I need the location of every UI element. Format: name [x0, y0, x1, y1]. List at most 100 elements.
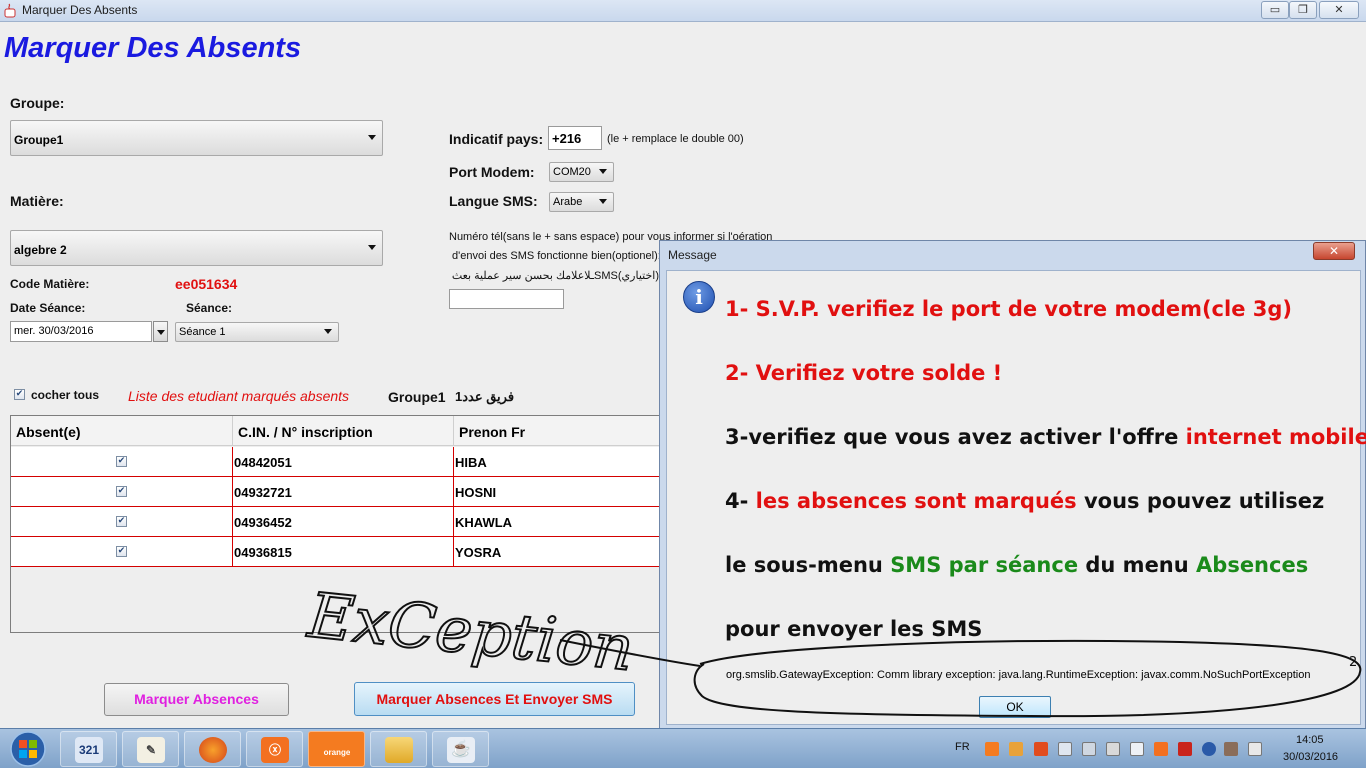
date-picker-button[interactable] [153, 321, 168, 342]
dialog-title: Message [668, 248, 717, 262]
minimize-button[interactable]: ▭ [1261, 1, 1289, 19]
indicatif-field[interactable]: +216 [548, 126, 602, 150]
close-button[interactable]: ✕ [1319, 1, 1359, 19]
message-line-4-highlight: les absences sont marqués [755, 489, 1077, 513]
absent-checkbox[interactable]: ✔ [116, 486, 127, 497]
port-modem-combobox[interactable]: COM20 [549, 162, 614, 182]
prenom-cell: HOSNI [455, 485, 497, 500]
message-line-4-prefix: 4- [725, 489, 756, 513]
taskbar-app-orange[interactable]: orange [308, 731, 365, 767]
liste-label: Liste des etudiant marqués absents [128, 388, 350, 404]
calendar-321-icon: 321 [75, 737, 103, 763]
dialog-close-button[interactable]: ✕ [1313, 242, 1355, 260]
table-row[interactable]: ✔ 04932721 HOSNI [11, 477, 659, 507]
cell-divider [232, 477, 233, 507]
language-indicator[interactable]: FR [955, 741, 970, 753]
absent-checkbox[interactable]: ✔ [116, 456, 127, 467]
column-divider[interactable] [232, 416, 233, 446]
clock-date[interactable]: 30/03/2016 [1283, 751, 1338, 763]
port-modem-value: COM20 [553, 166, 591, 178]
taskbar-app-explorer[interactable] [370, 731, 427, 767]
tray-app-icon[interactable] [1224, 742, 1238, 756]
groupe-combobox[interactable]: Groupe1 [10, 120, 383, 156]
marquer-envoyer-sms-button[interactable]: Marquer Absences Et Envoyer SMS [354, 682, 635, 716]
windows-taskbar: 321 ✎ ⓧ orange ☕ FR 14:05 30/03/2016 [0, 728, 1366, 768]
cin-cell: 04936452 [234, 515, 292, 530]
cocher-tous-label: cocher tous [31, 388, 100, 402]
volume-icon[interactable] [1106, 742, 1120, 756]
adobe-tray-icon[interactable] [1178, 742, 1192, 756]
exception-text: org.smslib.GatewayException: Comm librar… [726, 669, 1311, 681]
chevron-down-icon [599, 199, 607, 204]
chevron-down-icon [368, 135, 376, 140]
maximize-button[interactable]: ❐ [1289, 1, 1317, 19]
table-header: Absent(e) C.IN. / N° inscription Prenon … [11, 416, 659, 446]
taskbar-app-java[interactable]: ☕ [432, 731, 489, 767]
column-divider[interactable] [453, 416, 454, 446]
tray-app-icon[interactable] [1248, 742, 1262, 756]
absent-checkbox[interactable]: ✔ [116, 516, 127, 527]
taskbar-app-321[interactable]: 321 [60, 731, 117, 767]
table-row[interactable]: ✔ 04842051 HIBA [11, 447, 659, 477]
matiere-combobox[interactable]: algebre 2 [10, 230, 383, 266]
taskbar-app-notes[interactable]: ✎ [122, 731, 179, 767]
table-row[interactable]: ✔ 04936452 KHAWLA [11, 507, 659, 537]
code-matiere-value: ee051634 [175, 276, 238, 292]
clock-time[interactable]: 14:05 [1296, 734, 1324, 746]
orange-tray-icon[interactable] [985, 742, 999, 756]
xampp-tray-icon[interactable] [1154, 742, 1168, 756]
cin-cell: 04936815 [234, 545, 292, 560]
windows-start-icon[interactable] [2, 730, 54, 768]
column-header-cin[interactable]: C.IN. / N° inscription [238, 424, 373, 440]
marquer-absences-button[interactable]: Marquer Absences [104, 683, 289, 716]
prenom-cell: HIBA [455, 455, 487, 470]
indicatif-label: Indicatif pays: [449, 131, 544, 147]
indicatif-hint: (le + remplace le double 00) [607, 133, 744, 145]
date-seance-field[interactable]: mer. 30/03/2016 [10, 321, 152, 342]
taskbar-app-firefox[interactable] [184, 731, 241, 767]
message-line-5-menu: Absences [1196, 553, 1309, 577]
orange-icon: orange [323, 748, 351, 757]
flag-icon[interactable] [1058, 742, 1072, 756]
prenom-cell: YOSRA [455, 545, 502, 560]
column-header-prenom[interactable]: Prenon Fr [459, 424, 525, 440]
phone-field[interactable] [449, 289, 564, 309]
tray-grid-icon[interactable] [1130, 742, 1144, 756]
absent-checkbox[interactable]: ✔ [116, 546, 127, 557]
table-row[interactable]: ✔ 04936815 YOSRA [11, 537, 659, 567]
cell-divider [232, 447, 233, 477]
chevron-down-icon [368, 245, 376, 250]
tray-app-icon[interactable] [1009, 742, 1023, 756]
message-line-2: 2- Verifiez votre solde ! [725, 361, 1003, 385]
column-header-absent[interactable]: Absent(e) [16, 424, 81, 440]
message-line-3-highlight: internet mobile [1185, 425, 1366, 449]
langue-sms-combobox[interactable]: Arabe [549, 192, 614, 212]
java-app-icon [4, 3, 16, 18]
chevron-down-icon [157, 330, 165, 335]
java-icon: ☕ [447, 737, 475, 763]
page-title: Marquer Des Absents [4, 32, 302, 64]
absents-table: Absent(e) C.IN. / N° inscription Prenon … [10, 415, 660, 633]
ok-button[interactable]: OK [979, 696, 1051, 718]
notepad-icon: ✎ [137, 737, 165, 763]
bluetooth-icon[interactable] [1202, 742, 1216, 756]
message-line-4-suffix: vous pouvez utilisez [1076, 489, 1325, 513]
code-matiere-label: Code Matière: [10, 277, 90, 291]
message-line-5-middle: du menu [1078, 553, 1197, 577]
message-line-5: le sous-menu SMS par séance du menu Abse… [725, 553, 1308, 577]
seance-combobox[interactable]: Séance 1 [175, 322, 339, 342]
groupe-count: فريق عدد1 [455, 389, 515, 404]
tray-app-icon[interactable] [1034, 742, 1048, 756]
network-icon[interactable] [1082, 742, 1096, 756]
message-line-1: 1- S.V.P. verifiez le port de votre mode… [725, 297, 1292, 321]
chevron-down-icon [599, 169, 607, 174]
cell-divider [453, 537, 454, 567]
cocher-tous-checkbox[interactable]: ✔ [14, 389, 25, 400]
cell-divider [232, 507, 233, 537]
langue-sms-label: Langue SMS: [449, 193, 538, 209]
message-line-6: pour envoyer les SMS [725, 617, 983, 641]
taskbar-app-xampp[interactable]: ⓧ [246, 731, 303, 767]
window-titlebar: Marquer Des Absents ▭ ❐ ✕ [0, 0, 1366, 22]
window-title: Marquer Des Absents [22, 3, 138, 17]
cin-cell: 04842051 [234, 455, 292, 470]
